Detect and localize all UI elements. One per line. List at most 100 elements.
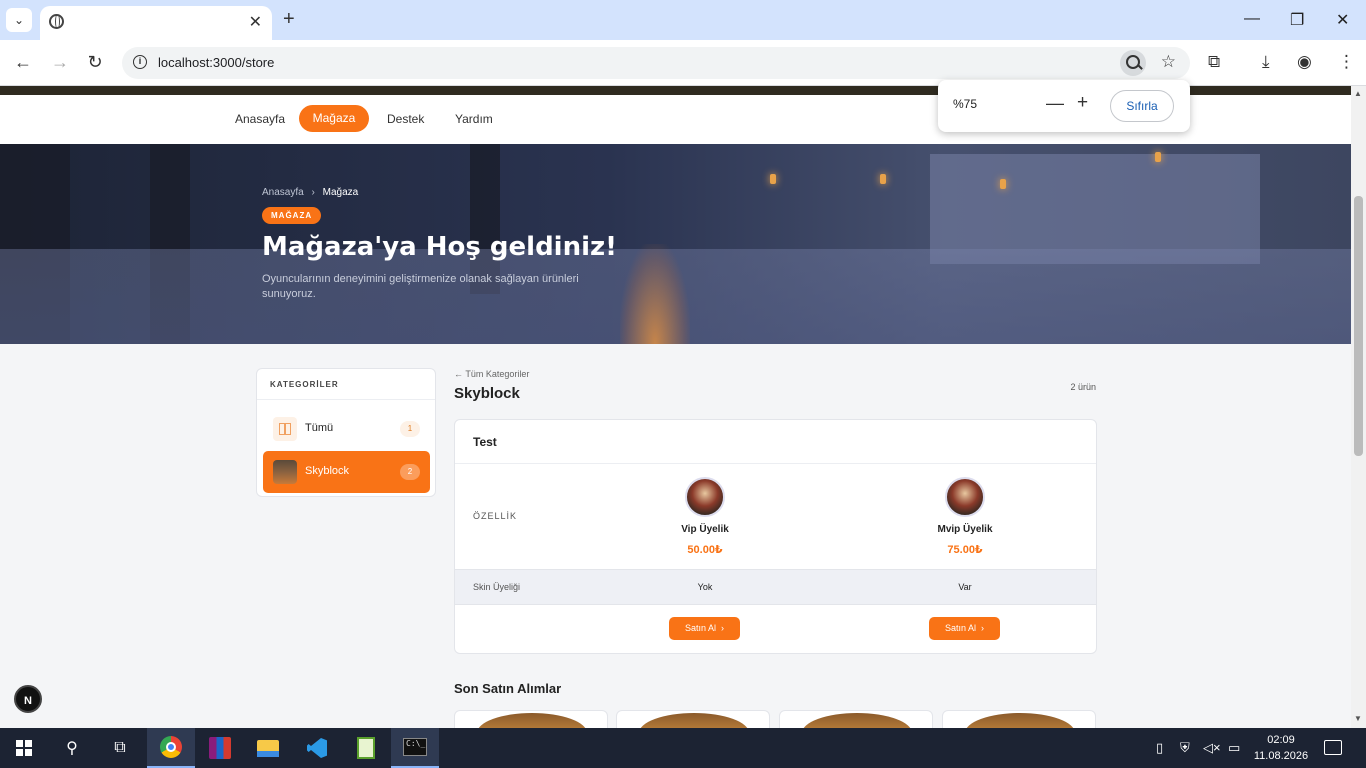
chevron-right-icon: › xyxy=(718,623,725,633)
skyblock-thumbnail xyxy=(273,460,297,484)
hero-decor xyxy=(620,244,690,344)
reload-icon[interactable]: ↻ xyxy=(84,52,106,73)
system-clock[interactable]: 02:09 11.08.2026 xyxy=(1250,732,1312,764)
category-item-skyblock[interactable]: Skyblock 2 xyxy=(263,451,430,493)
task-view-button[interactable]: ⧉ xyxy=(96,728,144,768)
recent-purchases-title: Son Satın Alımlar xyxy=(454,681,562,696)
recent-purchase-card[interactable] xyxy=(454,710,608,728)
url-text[interactable]: localhost:3000/store xyxy=(158,55,274,70)
taskbar-vscode[interactable] xyxy=(293,728,341,768)
nextjs-dev-badge[interactable]: N xyxy=(14,685,42,713)
new-tab-plus-icon[interactable]: + xyxy=(283,9,295,29)
zoom-popup: %75 — + Sıfırla xyxy=(938,80,1190,132)
terminal-icon: C:\_ xyxy=(403,738,427,756)
minimize-window-icon[interactable]: — xyxy=(1244,10,1260,28)
category-label: Skyblock xyxy=(305,465,350,477)
network-icon[interactable]: ▭ xyxy=(1228,740,1240,756)
product-avatar xyxy=(945,477,985,517)
forward-arrow-icon[interactable]: → xyxy=(49,52,71,73)
recent-purchase-card[interactable] xyxy=(942,710,1096,728)
nav-link-support[interactable]: Destek xyxy=(387,112,424,126)
nav-link-help[interactable]: Yardım xyxy=(455,112,493,126)
notification-center-icon[interactable] xyxy=(1324,740,1342,755)
folder-icon xyxy=(257,739,279,757)
clock-time: 02:09 xyxy=(1267,734,1295,746)
scroll-down-icon[interactable]: ▼ xyxy=(1354,714,1362,723)
close-window-icon[interactable]: ✕ xyxy=(1336,10,1349,30)
feature-row: Skin Üyeliği Yok Var xyxy=(455,569,1096,605)
extensions-puzzle-icon[interactable]: ⧉ xyxy=(1208,52,1220,72)
taskbar-chrome[interactable] xyxy=(147,728,195,768)
tab-strip: ⌄ ✕ + — ❐ ✕ xyxy=(0,0,1366,40)
product-name: Vip Üyelik xyxy=(681,524,729,535)
usb-icon[interactable]: ▯ xyxy=(1156,740,1163,756)
back-arrow-icon[interactable]: ← xyxy=(12,52,34,73)
taskbar-notepad[interactable] xyxy=(342,728,390,768)
windows-logo-icon xyxy=(16,740,32,756)
vscode-icon xyxy=(307,738,327,758)
buy-button-label: Satın Al xyxy=(684,623,716,633)
zoom-level: %75 xyxy=(953,97,978,111)
breadcrumb-home[interactable]: Anasayfa xyxy=(262,187,304,198)
taskbar-terminal[interactable]: C:\_ xyxy=(391,728,439,768)
scroll-up-icon[interactable]: ▲ xyxy=(1354,89,1362,98)
windows-taskbar: ⚲ ⧉ C:\_ ▯ ⛨ ◁× ▭ 02:09 11.08.2026 xyxy=(0,728,1366,768)
clock-date: 11.08.2026 xyxy=(1253,750,1309,762)
zoom-icon[interactable] xyxy=(1120,50,1146,76)
chrome-icon xyxy=(160,736,182,758)
zoom-in-icon[interactable]: + xyxy=(1077,92,1088,114)
category-item-all[interactable]: Tümü 1 xyxy=(263,408,430,450)
nav-link-store[interactable]: Mağaza xyxy=(299,105,369,132)
volume-muted-icon[interactable]: ◁× xyxy=(1203,740,1221,756)
notepad-icon xyxy=(357,737,375,759)
recent-purchase-card[interactable] xyxy=(616,710,770,728)
product-price: 75.00₺ xyxy=(947,544,983,556)
divider xyxy=(455,463,1096,464)
restore-window-icon[interactable]: ❐ xyxy=(1290,10,1304,30)
browser-tab[interactable]: ✕ xyxy=(40,6,272,40)
kebab-menu-icon[interactable]: ⋮ xyxy=(1338,52,1355,72)
hero-decor xyxy=(1000,179,1006,189)
tab-search-dropdown-icon[interactable]: ⌄ xyxy=(6,8,32,32)
all-categories-link[interactable]: ← Tüm Kategoriler xyxy=(454,369,529,379)
search-button[interactable]: ⚲ xyxy=(48,728,96,768)
profile-icon[interactable]: ◉ xyxy=(1297,52,1312,72)
close-tab-icon[interactable]: ✕ xyxy=(249,12,262,32)
buy-button-vip[interactable]: Satın Al › xyxy=(669,617,740,640)
buy-button-mvip[interactable]: Satın Al › xyxy=(929,617,1000,640)
page-viewport: Anasayfa Mağaza Destek Yardım Anasayfa ›… xyxy=(0,86,1351,728)
zoom-reset-button[interactable]: Sıfırla xyxy=(1110,90,1174,122)
feature-header: ÖZELLİK xyxy=(473,511,518,521)
breadcrumb: Anasayfa › Mağaza xyxy=(262,187,358,198)
security-icon[interactable]: ⛨ xyxy=(1180,740,1190,756)
task-view-icon: ⧉ xyxy=(114,739,126,756)
hero-decor xyxy=(930,154,1260,264)
hero-decor xyxy=(1155,152,1161,162)
divider xyxy=(257,399,435,400)
taskbar-winrar[interactable] xyxy=(196,728,244,768)
breadcrumb-separator: › xyxy=(311,187,315,198)
hero-decor xyxy=(880,174,886,184)
hero-badge: MAĞAZA xyxy=(262,207,322,224)
breadcrumb-current: Mağaza xyxy=(322,187,359,198)
start-button[interactable] xyxy=(0,728,48,768)
page-title: Mağaza'ya Hoş geldiniz! xyxy=(262,232,617,262)
scrollbar-thumb[interactable] xyxy=(1354,196,1363,456)
page-scrollbar[interactable]: ▲ ▼ xyxy=(1351,86,1366,728)
bookmark-star-icon[interactable]: ☆ xyxy=(1161,52,1176,72)
taskbar-file-explorer[interactable] xyxy=(244,728,292,768)
globe-icon xyxy=(49,14,64,29)
category-label: Tümü xyxy=(305,422,334,434)
nav-link-home[interactable]: Anasayfa xyxy=(235,112,285,126)
site-info-icon[interactable]: i xyxy=(133,55,147,69)
search-icon: ⚲ xyxy=(66,740,78,757)
download-icon[interactable]: ⤓ xyxy=(1262,52,1270,72)
product-price: 50.00₺ xyxy=(687,544,723,556)
zoom-out-icon[interactable]: — xyxy=(1046,93,1064,114)
product-avatar xyxy=(685,477,725,517)
card-title: Test xyxy=(473,435,497,449)
recent-purchase-card[interactable] xyxy=(779,710,933,728)
product-name: Mvip Üyelik xyxy=(937,524,993,535)
grid-icon xyxy=(273,417,297,441)
address-bar[interactable]: i localhost:3000/store ☆ xyxy=(122,47,1190,79)
